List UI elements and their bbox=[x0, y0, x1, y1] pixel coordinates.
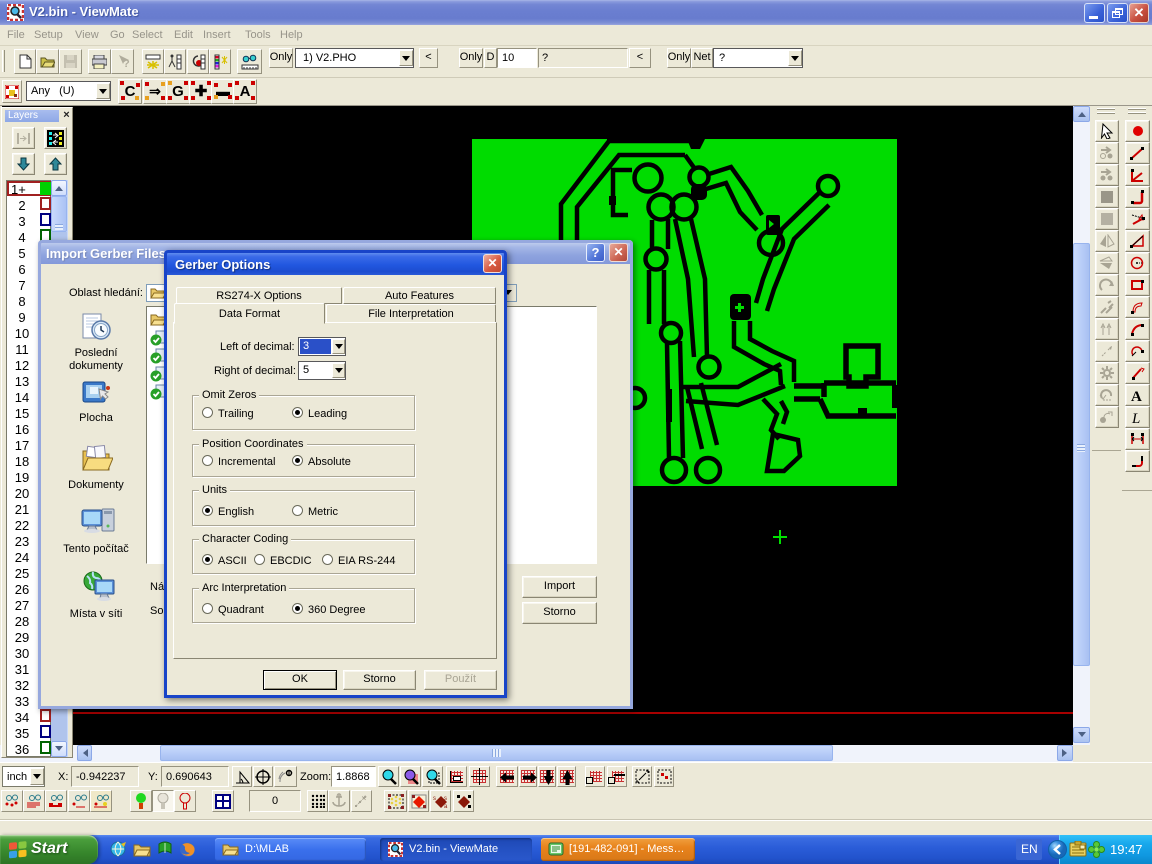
svg-text:?: ? bbox=[123, 58, 130, 69]
svg-text:s: s bbox=[444, 796, 447, 802]
svg-text:L: L bbox=[1131, 411, 1140, 425]
svg-text:s: s bbox=[433, 796, 436, 802]
svg-text:A: A bbox=[1131, 389, 1142, 403]
svg-text:a: a bbox=[444, 804, 448, 809]
